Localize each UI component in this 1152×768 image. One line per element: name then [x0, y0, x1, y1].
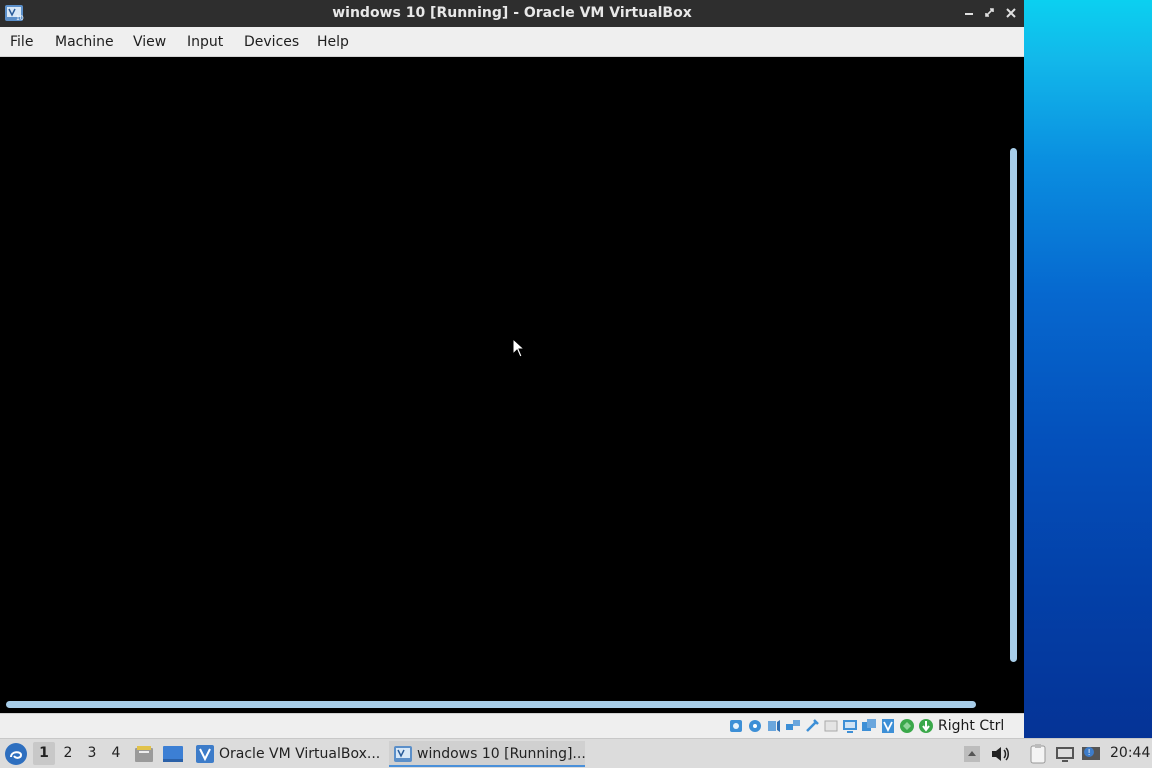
keyboard-capture-icon[interactable] [918, 718, 934, 734]
usb-icon[interactable] [804, 718, 820, 734]
video-capture-icon[interactable] [861, 718, 877, 734]
application-menu-icon[interactable] [4, 742, 28, 766]
network-icon[interactable] [785, 718, 801, 734]
clock[interactable]: 20:44 [1110, 745, 1150, 761]
menu-input[interactable]: Input [187, 34, 223, 50]
host-key-label: Right Ctrl [938, 718, 1005, 734]
volume-icon[interactable] [989, 743, 1011, 765]
close-icon[interactable] [1002, 4, 1020, 22]
menu-view[interactable]: View [133, 34, 166, 50]
virtualbox-window: 10 windows 10 [Running] - Oracle VM Virt… [0, 0, 1024, 738]
task-virtualbox-manager[interactable]: Oracle VM VirtualBox... [191, 741, 383, 767]
menu-bar: File Machine View Input Devices Help [0, 27, 1024, 57]
task-windows-10-vm[interactable]: windows 10 [Running]... [389, 741, 585, 767]
optical-drive-icon[interactable] [747, 718, 763, 734]
virtualization-icon[interactable] [880, 718, 896, 734]
audio-icon[interactable] [766, 718, 782, 734]
tray-expand-icon[interactable] [961, 743, 983, 765]
vertical-scrollbar[interactable] [1010, 148, 1017, 662]
clipboard-icon[interactable] [1027, 743, 1049, 765]
maximize-icon[interactable] [981, 4, 999, 22]
mouse-cursor-icon [512, 338, 526, 358]
notification-icon[interactable]: ! [1080, 743, 1102, 765]
task-label: Oracle VM VirtualBox... [219, 746, 381, 762]
task-label: windows 10 [Running]... [417, 746, 585, 762]
virtualbox-manager-icon [196, 745, 214, 763]
shared-folders-icon[interactable] [823, 718, 839, 734]
display-icon[interactable] [842, 718, 858, 734]
menu-machine[interactable]: Machine [55, 34, 114, 50]
svg-text:!: ! [1088, 748, 1091, 757]
desktop-wallpaper [1024, 0, 1152, 738]
hard-disk-icon[interactable] [728, 718, 744, 734]
workspace-1[interactable]: 1 [33, 742, 55, 765]
menu-file[interactable]: File [10, 34, 33, 50]
virtualbox-vm-icon [394, 746, 412, 762]
status-bar: Right Ctrl [0, 713, 1024, 738]
show-desktop-icon[interactable] [162, 743, 184, 765]
workspace-3[interactable]: 3 [81, 742, 103, 765]
minimize-icon[interactable] [960, 4, 978, 22]
network-monitor-icon[interactable] [1054, 743, 1076, 765]
taskbar: 1 2 3 4 Oracle VM VirtualBox... windows … [0, 738, 1152, 768]
vm-display[interactable] [0, 57, 1024, 713]
workspace-2[interactable]: 2 [57, 742, 79, 765]
workspace-4[interactable]: 4 [105, 742, 127, 765]
mouse-integration-icon[interactable] [899, 718, 915, 734]
file-manager-icon[interactable] [133, 743, 155, 765]
window-titlebar[interactable]: 10 windows 10 [Running] - Oracle VM Virt… [0, 0, 1024, 27]
menu-devices[interactable]: Devices [244, 34, 299, 50]
window-title: windows 10 [Running] - Oracle VM Virtual… [332, 5, 692, 21]
menu-help[interactable]: Help [317, 34, 349, 50]
horizontal-scrollbar[interactable] [6, 701, 976, 708]
